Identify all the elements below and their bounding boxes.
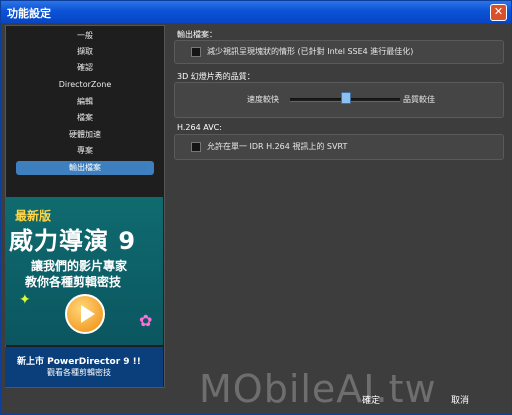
window-title: 功能設定	[7, 7, 51, 20]
reduce-blockiness-checkbox[interactable]	[191, 47, 201, 57]
sidebar-item-file[interactable]: 檔案	[16, 111, 154, 125]
settings-window: 功能設定 ✕ 一般 擷取 確認 DirectorZone 編輯 檔案 硬體加速 …	[0, 0, 512, 415]
allow-svrt-checkbox[interactable]	[191, 142, 201, 152]
quality-slider-thumb[interactable]	[341, 92, 351, 104]
sidebar-item-editing[interactable]: 編輯	[16, 95, 154, 109]
settings-content: 輸出檔案： 減少視訊呈現塊狀的情形 (已針對 Intel SSE4 進行最佳化)…	[169, 25, 507, 386]
promo-banner[interactable]: 最新版 威力導演 9 讓我們的影片專家 教你各種剪輯密技 ✦ ✿	[5, 197, 163, 345]
banner-line-1: 讓我們的影片專家	[31, 259, 128, 273]
banner-line-2: 教你各種剪輯密技	[25, 275, 122, 289]
section-output-label: 輸出檔案：	[177, 30, 217, 39]
butterfly-icon: ✦	[19, 292, 31, 308]
section-3d-box: 速度較快 品質較佳	[174, 82, 504, 118]
dialog-buttons: 確定 取消	[169, 389, 507, 413]
sidebar-item-confirm[interactable]: 確認	[16, 61, 154, 75]
section-h264-label: H.264 AVC:	[177, 123, 222, 132]
section-output-box: 減少視訊呈現塊狀的情形 (已針對 Intel SSE4 進行最佳化)	[174, 40, 504, 64]
close-button[interactable]: ✕	[490, 4, 507, 21]
banner-title: 威力導演 9	[9, 227, 137, 255]
reduce-blockiness-label: 減少視訊呈現塊狀的情形 (已針對 Intel SSE4 進行最佳化)	[207, 47, 414, 56]
cancel-button[interactable]: 取消	[451, 393, 469, 406]
speed-label: 速度較快	[247, 95, 279, 104]
section-3d-label: 3D 幻燈片秀的品質：	[177, 72, 255, 81]
sidebar-item-project[interactable]: 專案	[16, 144, 154, 158]
play-icon[interactable]	[65, 294, 105, 334]
ok-button[interactable]: 確定	[362, 393, 380, 406]
quality-label: 品質較佳	[403, 95, 435, 104]
title-bar: 功能設定 ✕	[1, 1, 511, 23]
butterfly-icon: ✿	[139, 311, 153, 330]
sidebar-item-general[interactable]: 一般	[16, 29, 154, 43]
sidebar-item-capture[interactable]: 擷取	[16, 45, 154, 59]
banner-footer-line-2: 觀看各種剪輯密技	[47, 368, 111, 377]
sidebar-item-hardware-acceleration[interactable]: 硬體加速	[16, 128, 154, 142]
banner-footer-line-1: 新上市 PowerDirector 9 !!	[17, 357, 141, 367]
sidebar-item-directorzone[interactable]: DirectorZone	[16, 78, 154, 92]
section-h264-box: 允許在單一 IDR H.264 視訊上的 SVRT	[174, 134, 504, 160]
sidebar-item-output-file[interactable]: 輸出檔案	[16, 161, 154, 175]
allow-svrt-label: 允許在單一 IDR H.264 視訊上的 SVRT	[207, 142, 348, 151]
promo-banner-footer[interactable]: 新上市 PowerDirector 9 !! 觀看各種剪輯密技	[5, 347, 163, 387]
